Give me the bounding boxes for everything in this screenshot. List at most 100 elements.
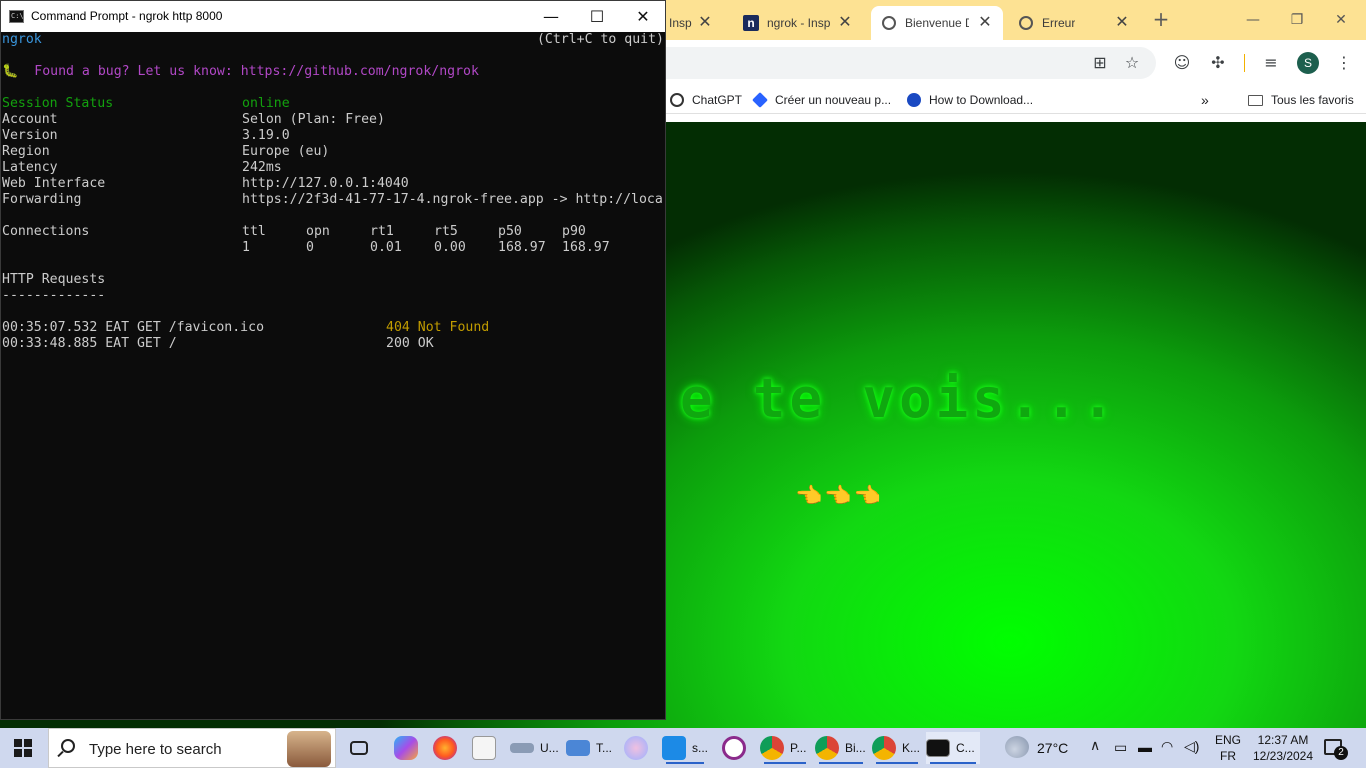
clock-time: 12:37 AM (1257, 733, 1309, 747)
extensions-puzzle-icon[interactable]: ✣ (1207, 52, 1229, 74)
bookmark-star-icon[interactable]: ☆ (1121, 52, 1143, 74)
cmd-title-bar[interactable]: C:\ Command Prompt - ngrok http 8000 — ☐… (1, 1, 665, 32)
minimize-icon[interactable]: — (528, 1, 574, 32)
tab-ngrok-inspect[interactable]: n ngrok - Insp ✕ (733, 6, 863, 40)
quit-hint: (Ctrl+C to quit) (536, 32, 664, 47)
request-row-2: 00:33:48.885 EAT GET / (2, 336, 177, 351)
wifi-icon[interactable]: ◠ (1161, 738, 1173, 768)
running-indicator (876, 762, 918, 764)
tab-erreur[interactable]: Erreur ✕ (1008, 6, 1140, 40)
tab-title: Erreur (1042, 16, 1076, 30)
copilot-icon[interactable] (394, 732, 424, 764)
windows-start-icon[interactable] (14, 739, 32, 757)
web-interface-label: Web Interface (2, 176, 106, 191)
close-window-icon[interactable]: ✕ (1326, 8, 1356, 32)
account-label: Account (2, 112, 58, 127)
http-requests-label: HTTP Requests (2, 272, 106, 287)
drive-icon (510, 743, 534, 753)
close-icon[interactable]: ✕ (620, 1, 666, 32)
cmd-window-title: Command Prompt - ngrok http 8000 (31, 9, 223, 23)
weather-cloud-icon (1005, 736, 1029, 758)
close-icon[interactable]: ✕ (835, 13, 855, 33)
maximize-icon[interactable]: ☐ (574, 1, 620, 32)
taskbar-app-label: s... (692, 741, 709, 755)
firefox-icon[interactable] (433, 732, 463, 764)
toolbar-separator (1244, 54, 1245, 72)
forwarding-value: https://2f3d-41-77-17-4.ngrok-free.app -… (242, 192, 663, 207)
running-indicator (930, 762, 976, 764)
conn-value-rt5: 0.00 (434, 240, 466, 255)
search-placeholder: Type here to search (89, 741, 222, 758)
taskbar-app-chrome-bi[interactable]: Bi... (815, 732, 867, 764)
globe-icon (881, 15, 897, 31)
chevron-up-icon[interactable]: ∧ (1090, 738, 1100, 754)
taskbar-app-label: Bi... (845, 741, 866, 755)
weather-temperature: 27°C (1037, 740, 1069, 756)
taskbar-app-label: P... (790, 741, 807, 755)
bookmark-app-icon (752, 92, 768, 108)
taskbar-search-box[interactable]: Type here to search (48, 728, 336, 768)
taskbar-app-drive[interactable]: U... (510, 732, 559, 764)
bookmark-site-icon (907, 93, 921, 107)
taskbar-app-label: T... (596, 741, 613, 755)
address-bar[interactable] (600, 47, 1156, 79)
vscode-app[interactable]: s... (662, 732, 708, 764)
bug-report-line: 🐛 Found a bug? Let us know: https://gith… (2, 64, 479, 79)
cmd-icon (926, 739, 950, 757)
close-icon[interactable]: ✕ (975, 13, 995, 33)
connections-label: Connections (2, 224, 90, 239)
taskbar-app-chrome-p[interactable]: P... (760, 732, 810, 764)
calendar-app-icon[interactable] (472, 732, 502, 764)
request-row-1: 00:35:07.532 EAT GET /favicon.ico (2, 320, 265, 335)
language-top: ENG (1214, 733, 1241, 747)
translate-icon[interactable]: ⊞ (1089, 52, 1111, 74)
request-row-1-status: 404 Not Found (386, 320, 490, 335)
notification-center[interactable]: 2 (1324, 728, 1354, 768)
tab-title: ngrok - Insp (767, 16, 831, 30)
latency-label: Latency (2, 160, 58, 175)
bookmark-creer[interactable]: Créer un nouveau p... (752, 91, 891, 109)
bookmarks-overflow-chevron[interactable]: » (1201, 91, 1209, 109)
request-row-2-status: 200 OK (386, 336, 434, 351)
minimize-icon[interactable]: — (1238, 8, 1268, 32)
command-prompt-window: C:\ Command Prompt - ngrok http 8000 — ☐… (0, 0, 666, 720)
bookmark-label: Tous les favoris (1271, 93, 1354, 107)
clock[interactable]: 12:37 AM 12/23/2024 (1250, 728, 1316, 768)
cmd-console-output: ngrok (Ctrl+C to quit) 🐛 Found a bug? Le… (2, 32, 664, 719)
web-interface-value: http://127.0.0.1:4040 (242, 176, 409, 191)
task-view-icon[interactable] (350, 732, 374, 764)
laptop-icon (566, 740, 590, 756)
account-value: Selon (Plan: Free) (242, 112, 385, 127)
cmd-icon: C:\ (9, 10, 24, 23)
profile-avatar[interactable]: S (1297, 52, 1319, 74)
battery-icon[interactable]: ▬ (1138, 739, 1152, 768)
tab-bienvenue[interactable]: Bienvenue D ✕ (871, 6, 1003, 40)
region-label: Region (2, 144, 50, 159)
all-bookmarks-folder[interactable]: Tous les favoris (1248, 91, 1354, 109)
meet-now-icon[interactable]: ▭ (1114, 739, 1127, 768)
chrome-icon (872, 736, 896, 760)
new-tab-button[interactable]: + (1150, 8, 1172, 30)
taskbar-app-chrome-k[interactable]: K... (872, 732, 922, 764)
vscode-icon (662, 736, 686, 760)
taskbar-app-cmd[interactable]: C... (926, 732, 980, 764)
ngrok-header: ngrok (2, 32, 42, 47)
conn-value-opn: 0 (306, 240, 314, 255)
bookmark-how-to-download[interactable]: How to Download... (907, 91, 1033, 109)
folder-icon (1248, 94, 1263, 106)
bookmark-chatgpt[interactable]: ChatGPT (670, 91, 742, 109)
media-control-icon[interactable]: ≡ (1260, 52, 1282, 74)
close-icon[interactable]: ✕ (1112, 13, 1132, 33)
menu-kebab-icon[interactable]: ⋮ (1333, 52, 1355, 74)
hero-text: e te vois... (680, 367, 1119, 430)
taskbar-app-label: C... (956, 741, 975, 755)
language-indicator[interactable]: ENG FR (1213, 728, 1243, 768)
restore-icon[interactable]: ❐ (1282, 8, 1312, 32)
close-icon[interactable]: ✕ (695, 13, 715, 33)
taskbar-app-laptop[interactable]: T... (566, 732, 614, 764)
paint-icon[interactable] (624, 732, 654, 764)
speaker-icon[interactable]: ◁) (1184, 738, 1199, 768)
obs-icon[interactable] (722, 732, 752, 764)
chrome-icon (815, 736, 839, 760)
extension-avatar-icon[interactable]: ☺ (1171, 52, 1193, 74)
